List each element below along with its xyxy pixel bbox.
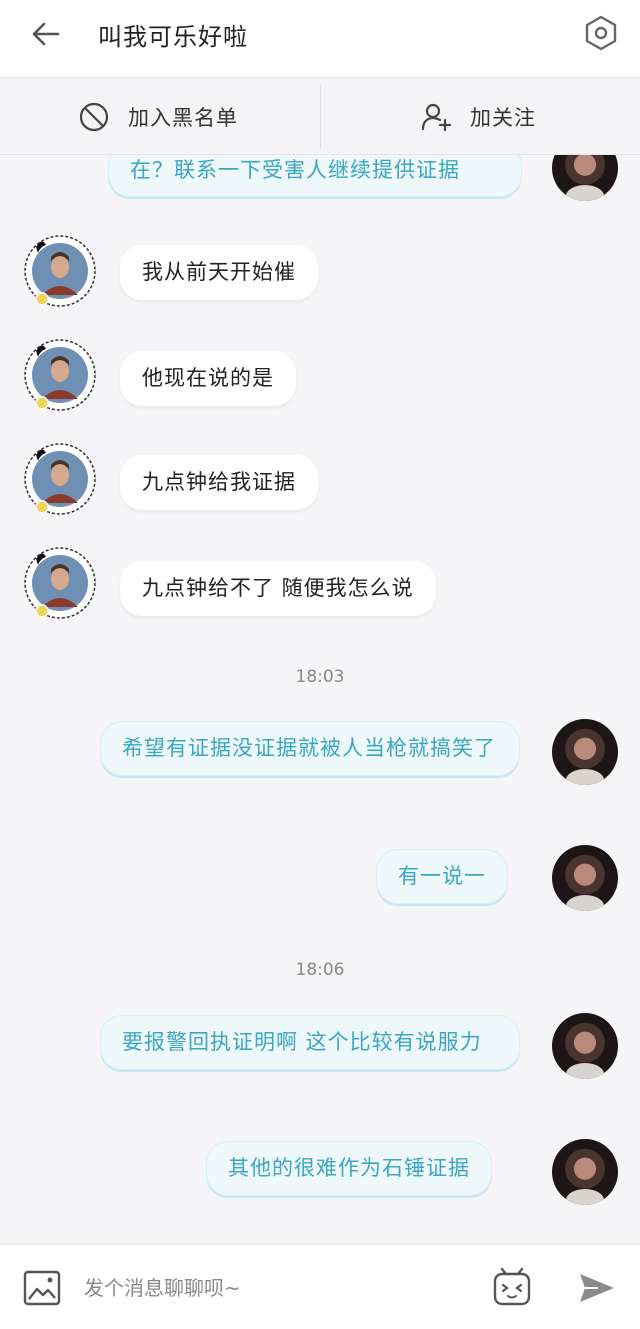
message-bubble-outgoing[interactable]: 其他的很难作为石锤证据 [206,1141,492,1196]
action-bar: 加入黑名单 加关注 [0,79,640,155]
avatar-contact[interactable] [22,545,98,621]
message-bubble-outgoing[interactable]: 在？联系一下受害人继续提供证据 [108,155,522,197]
composer-bar [0,1244,640,1329]
chat-title: 叫我可乐好啦 [98,23,248,51]
avatar-self[interactable] [552,1139,618,1205]
message-bubble-outgoing[interactable]: 希望有证据没证据就被人当枪就搞笑了 [100,721,520,776]
message-bubble-incoming[interactable]: 我从前天开始催 [120,245,318,300]
follow-label: 加关注 [470,106,536,130]
block-icon [79,102,109,132]
avatar-contact[interactable] [22,441,98,517]
message-bubble-outgoing[interactable]: 有一说一 [376,849,508,904]
message-text: 九点钟给我证据 [142,470,296,494]
message-bubble-incoming[interactable]: 九点钟给不了 随便我怎么说 [120,561,436,616]
timestamp: 18:03 [295,667,345,687]
top-bar: 叫我可乐好啦 [0,0,640,78]
message-input[interactable] [84,1269,464,1307]
emoji-face-icon[interactable] [490,1265,534,1309]
send-icon[interactable] [578,1271,616,1305]
settings-hexagon-icon[interactable] [582,14,620,52]
message-text: 我从前天开始催 [142,260,296,284]
message-text: 他现在说的是 [142,366,274,390]
action-divider [320,85,321,149]
message-bubble-incoming[interactable]: 九点钟给我证据 [120,455,318,510]
message-text: 有一说一 [398,864,486,888]
avatar-self[interactable] [552,1013,618,1079]
add-user-icon [421,103,452,132]
message-text: 其他的很难作为石锤证据 [228,1156,470,1180]
message-text: 要报警回执证明啊 这个比较有说服力 [122,1030,482,1054]
message-text: 在？联系一下受害人继续提供证据 [130,158,460,182]
timestamp: 18:06 [295,960,345,980]
message-bubble-outgoing[interactable]: 要报警回执证明啊 这个比较有说服力 [100,1015,520,1070]
blacklist-label: 加入黑名单 [128,106,238,130]
follow-button[interactable]: 加关注 [420,79,536,155]
avatar-self[interactable] [552,845,618,911]
back-arrow-icon[interactable] [28,16,64,52]
avatar-self[interactable] [552,155,618,201]
avatar-self[interactable] [552,719,618,785]
image-icon[interactable] [22,1269,62,1307]
message-text: 九点钟给不了 随便我怎么说 [142,576,414,600]
message-bubble-incoming[interactable]: 他现在说的是 [120,351,296,406]
add-to-blacklist-button[interactable]: 加入黑名单 [78,79,238,155]
message-list[interactable]: 在？联系一下受害人继续提供证据 我从前天开始催 他现在说的是 九点钟给我证据 九… [0,155,640,1243]
message-text: 希望有证据没证据就被人当枪就搞笑了 [122,736,496,760]
avatar-contact[interactable] [22,233,98,309]
avatar-contact[interactable] [22,337,98,413]
